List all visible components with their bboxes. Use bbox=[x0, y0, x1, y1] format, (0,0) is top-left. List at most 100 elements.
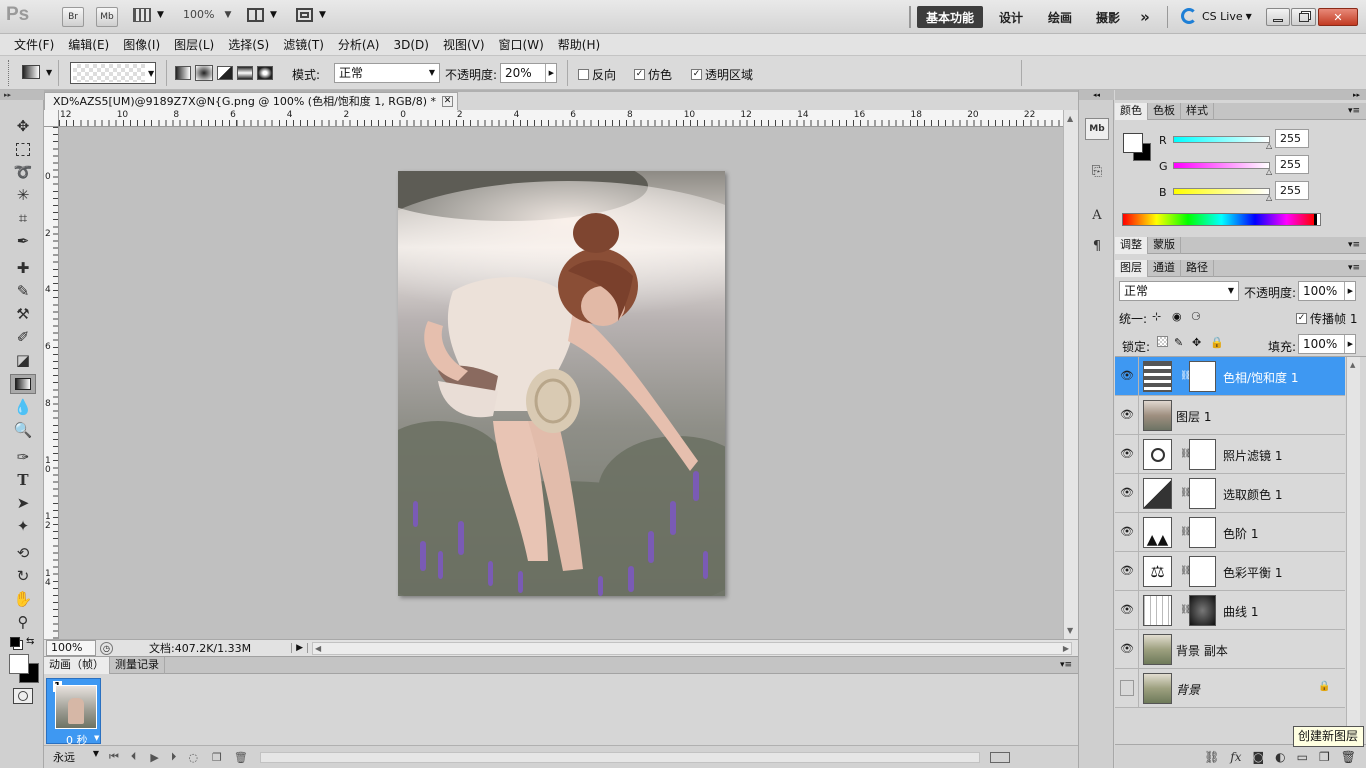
slider-handle-icon[interactable]: △ bbox=[1266, 193, 1272, 202]
chevron-down-icon[interactable]: ▼ bbox=[94, 734, 99, 742]
gradient-picker[interactable]: ▼ bbox=[70, 62, 156, 84]
tab-swatches[interactable]: 色板 bbox=[1148, 102, 1181, 120]
new-layer-icon[interactable]: ❐ bbox=[1319, 750, 1330, 764]
channel-b-slider[interactable] bbox=[1173, 188, 1270, 195]
layer-mask-thumbnail[interactable] bbox=[1189, 595, 1216, 626]
linear-gradient-icon[interactable] bbox=[175, 66, 191, 80]
clone-stamp-tool-icon[interactable]: ⚒ bbox=[10, 304, 36, 324]
lock-all-icon[interactable]: 🔒 bbox=[1210, 336, 1224, 349]
lock-position-icon[interactable]: ✥ bbox=[1192, 336, 1201, 349]
mini-bridge-button[interactable]: Mb bbox=[96, 7, 118, 27]
ruler-origin[interactable] bbox=[44, 110, 59, 127]
eraser-tool-icon[interactable]: ◪ bbox=[10, 350, 36, 370]
dodge-tool-icon[interactable]: 🔍 bbox=[10, 420, 36, 440]
mini-bridge-panel-icon[interactable]: Mb bbox=[1085, 118, 1109, 140]
close-button[interactable]: ✕ bbox=[1318, 8, 1358, 26]
history-brush-tool-icon[interactable]: ✐ bbox=[10, 327, 36, 347]
menu-layer[interactable]: 图层(L) bbox=[167, 34, 221, 56]
panel-menu-icon[interactable]: ▾≡ bbox=[1348, 106, 1360, 116]
restore-button[interactable] bbox=[1291, 8, 1316, 26]
channel-g-slider[interactable] bbox=[1173, 162, 1270, 169]
transparency-checkbox-box[interactable]: ✓ bbox=[691, 69, 702, 80]
layer-mask-thumbnail[interactable] bbox=[1189, 478, 1216, 509]
layer-row-selective-color[interactable]: 👁 ⛓ 选取颜色 1 bbox=[1115, 474, 1345, 513]
eyedropper-tool-icon[interactable]: ✒ bbox=[10, 231, 36, 251]
tab-masks[interactable]: 蒙版 bbox=[1148, 236, 1181, 254]
layer-mask-thumbnail[interactable] bbox=[1189, 517, 1216, 548]
reverse-checkbox-box[interactable] bbox=[578, 69, 589, 80]
layer-row-hue-saturation[interactable]: 👁 ⛓ 色相/饱和度 1 bbox=[1115, 357, 1345, 396]
visibility-eye-icon[interactable]: 👁 bbox=[1119, 524, 1135, 540]
dock-collapse-icon[interactable]: ◂◂ bbox=[1079, 90, 1114, 100]
default-colors-icon[interactable] bbox=[10, 637, 20, 647]
document-image[interactable] bbox=[398, 171, 725, 596]
zoom-level-dropdown[interactable]: 100% ▼ bbox=[183, 8, 231, 21]
opacity-field[interactable]: 20% ▶ bbox=[500, 63, 557, 83]
opacity-slider-arrow-icon[interactable]: ▶ bbox=[1343, 282, 1353, 300]
layer-row-curves[interactable]: 👁 ⛓ 曲线 1 bbox=[1115, 591, 1345, 630]
layer-row-background[interactable]: 背景 🔒 bbox=[1115, 669, 1345, 708]
channel-r-value[interactable]: 255 bbox=[1275, 129, 1309, 148]
tab-animation-frames[interactable]: 动画（帧） bbox=[44, 656, 110, 674]
layer-row-layer-1[interactable]: 👁 图层 1 bbox=[1115, 396, 1345, 435]
horizontal-scrollbar[interactable]: ◀ ▶ bbox=[312, 641, 1073, 655]
workspace-painting[interactable]: 绘画 bbox=[1039, 6, 1081, 28]
lock-image-icon[interactable]: ✎ bbox=[1174, 336, 1183, 349]
3d-orbit-tool-icon[interactable]: ↻ bbox=[10, 566, 36, 586]
move-tool-icon[interactable]: ✥ bbox=[10, 116, 36, 136]
convert-to-timeline-icon[interactable] bbox=[989, 751, 1010, 763]
panel-menu-icon[interactable]: ▾≡ bbox=[1348, 240, 1360, 250]
vertical-scrollbar[interactable]: ▲ ▼ bbox=[1063, 110, 1078, 639]
workspace-essentials[interactable]: 基本功能 bbox=[917, 6, 983, 28]
more-workspaces-icon[interactable]: » bbox=[1134, 6, 1156, 28]
link-layers-icon[interactable]: ⛓ bbox=[1204, 750, 1219, 764]
zoom-tool-icon[interactable]: ⚲ bbox=[10, 612, 36, 632]
color-spectrum-ramp[interactable] bbox=[1122, 213, 1321, 226]
3d-rotate-tool-icon[interactable]: ⟲ bbox=[10, 543, 36, 563]
zoom-field[interactable]: 100% bbox=[46, 640, 96, 656]
slider-handle-icon[interactable]: △ bbox=[1266, 141, 1272, 150]
radial-gradient-icon[interactable] bbox=[195, 65, 213, 81]
menu-3d[interactable]: 3D(D) bbox=[386, 34, 435, 56]
angle-gradient-icon[interactable] bbox=[217, 66, 233, 80]
layer-opacity-field[interactable]: 100% ▶ bbox=[1298, 281, 1356, 301]
marquee-tool-icon[interactable] bbox=[10, 139, 36, 159]
workspace-photography[interactable]: 摄影 bbox=[1087, 6, 1129, 28]
layer-blend-mode-select[interactable]: 正常 ▼ bbox=[1119, 281, 1239, 301]
previous-frame-icon[interactable]: ⏴ bbox=[131, 750, 137, 764]
workspace-design[interactable]: 设计 bbox=[990, 6, 1032, 28]
channel-g-value[interactable]: 255 bbox=[1275, 155, 1309, 174]
gradient-tool-icon[interactable] bbox=[10, 374, 36, 394]
diamond-gradient-icon[interactable] bbox=[257, 66, 273, 80]
menu-window[interactable]: 窗口(W) bbox=[492, 34, 551, 56]
channel-r-slider[interactable] bbox=[1173, 136, 1270, 143]
visibility-eye-icon[interactable]: 👁 bbox=[1119, 602, 1135, 618]
propagate-frame-checkbox[interactable]: ✓ 传播帧 1 bbox=[1296, 310, 1357, 327]
menu-analysis[interactable]: 分析(A) bbox=[331, 34, 387, 56]
next-frame-icon[interactable]: ⏵ bbox=[171, 750, 177, 764]
unify-visibility-icon[interactable]: ◉ bbox=[1172, 310, 1182, 323]
tab-color[interactable]: 颜色 bbox=[1115, 102, 1148, 120]
channel-b-value[interactable]: 255 bbox=[1275, 181, 1309, 200]
scroll-down-icon[interactable]: ▼ bbox=[1067, 626, 1073, 635]
reflected-gradient-icon[interactable] bbox=[237, 66, 253, 80]
swap-colors-icon[interactable]: ⇆ bbox=[26, 636, 34, 647]
arrange-documents-button[interactable]: ▼ bbox=[247, 8, 277, 22]
tab-styles[interactable]: 样式 bbox=[1181, 102, 1214, 120]
propagate-frame-checkbox-box[interactable]: ✓ bbox=[1296, 313, 1307, 324]
tab-measurement-log[interactable]: 测量记录 bbox=[110, 656, 165, 674]
dither-checkbox-box[interactable]: ✓ bbox=[634, 69, 645, 80]
blur-tool-icon[interactable]: 💧 bbox=[10, 397, 36, 417]
hand-tool-icon[interactable]: ✋ bbox=[10, 589, 36, 609]
reverse-checkbox[interactable]: 反向 bbox=[578, 66, 616, 83]
crop-tool-icon[interactable]: ⌗ bbox=[10, 208, 36, 228]
panel-menu-icon[interactable]: ▾≡ bbox=[1060, 660, 1072, 670]
play-icon[interactable]: ▶ bbox=[150, 751, 158, 764]
minimize-button[interactable] bbox=[1266, 8, 1290, 26]
scroll-up-icon[interactable]: ▲ bbox=[1350, 361, 1355, 369]
lasso-tool-icon[interactable]: ➰ bbox=[10, 162, 36, 182]
fill-field[interactable]: 100% ▶ bbox=[1298, 334, 1356, 354]
menu-help[interactable]: 帮助(H) bbox=[551, 34, 607, 56]
dock-expand-icon[interactable]: ▸▸ bbox=[1115, 90, 1366, 100]
layer-mask-thumbnail[interactable] bbox=[1189, 439, 1216, 470]
